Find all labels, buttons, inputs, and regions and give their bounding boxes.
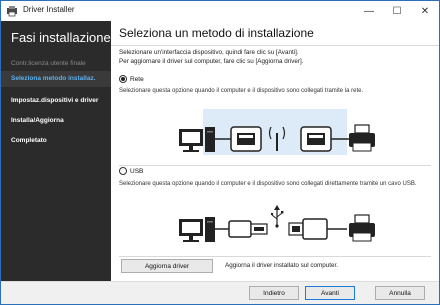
title-bar: Driver Installer — ☐ ✕ xyxy=(1,1,439,21)
step-select-method: Seleziona metodo installaz. xyxy=(1,71,111,87)
ethernet-plug-right-icon xyxy=(300,126,332,152)
option-usb-label: USB xyxy=(130,167,144,175)
step-device-driver-settings: Impostaz.dispositivi e driver xyxy=(11,97,99,104)
step-eula: Contr.licenza utente finale xyxy=(11,60,86,67)
usb-connection-illustration xyxy=(179,205,375,242)
next-button[interactable]: Avanti xyxy=(305,286,355,300)
main-panel: Seleziona un metodo di installazione Sel… xyxy=(111,21,439,281)
page-title: Seleziona un metodo di installazione xyxy=(119,26,314,40)
minimize-icon: — xyxy=(364,5,374,17)
ethernet-plug-left-icon xyxy=(230,126,262,152)
footer-bar: Indietro Avanti Annulla xyxy=(1,281,439,304)
usb-a-plug-icon xyxy=(228,220,268,238)
printer-icon xyxy=(349,124,375,152)
step-completed: Completato xyxy=(11,137,47,144)
close-icon: ✕ xyxy=(420,5,430,17)
radio-unselected-icon xyxy=(119,167,127,175)
maximize-button[interactable]: ☐ xyxy=(383,1,411,21)
minimize-button[interactable]: — xyxy=(355,1,383,21)
app-icon xyxy=(7,6,17,17)
option-usb-description: Selezionare questa opzione quando il com… xyxy=(119,181,417,187)
printer-icon xyxy=(349,214,375,242)
usb-symbol-icon xyxy=(270,205,284,228)
option-network-description: Selezionare questa opzione quando il com… xyxy=(119,88,364,94)
options-divider xyxy=(119,165,431,166)
close-button[interactable]: ✕ xyxy=(411,1,439,21)
option-usb-radio[interactable]: USB xyxy=(119,167,143,175)
title-divider xyxy=(111,45,439,46)
usb-b-plug-icon xyxy=(288,218,328,240)
network-connection-illustration xyxy=(179,109,375,155)
step-install-update: Installa/Aggiorna xyxy=(11,117,64,124)
cancel-button[interactable]: Annulla xyxy=(375,286,425,300)
update-driver-button[interactable]: Aggiorna driver xyxy=(121,259,213,273)
back-button[interactable]: Indietro xyxy=(249,286,299,300)
maximize-icon: ☐ xyxy=(392,5,402,17)
option-network-radio[interactable]: Rete xyxy=(119,75,144,83)
driver-installer-window: Driver Installer — ☐ ✕ Fasi installazion… xyxy=(0,0,440,305)
intro-line-1: Selezionare un'interfaccia dispositivo, … xyxy=(119,49,299,56)
sidebar-title: Fasi installazione xyxy=(11,30,111,45)
computer-icon xyxy=(179,127,215,152)
option-network-label: Rete xyxy=(130,75,144,83)
computer-icon xyxy=(179,217,215,242)
radio-selected-icon xyxy=(119,75,127,83)
steps-sidebar: Fasi installazione Contr.licenza utente … xyxy=(1,21,111,281)
update-driver-note: Aggiorna il driver installato sul comput… xyxy=(225,262,339,269)
bottom-divider xyxy=(119,256,431,257)
window-title: Driver Installer xyxy=(23,5,75,14)
intro-line-2: Per aggiornare il driver sul computer, f… xyxy=(119,58,304,65)
